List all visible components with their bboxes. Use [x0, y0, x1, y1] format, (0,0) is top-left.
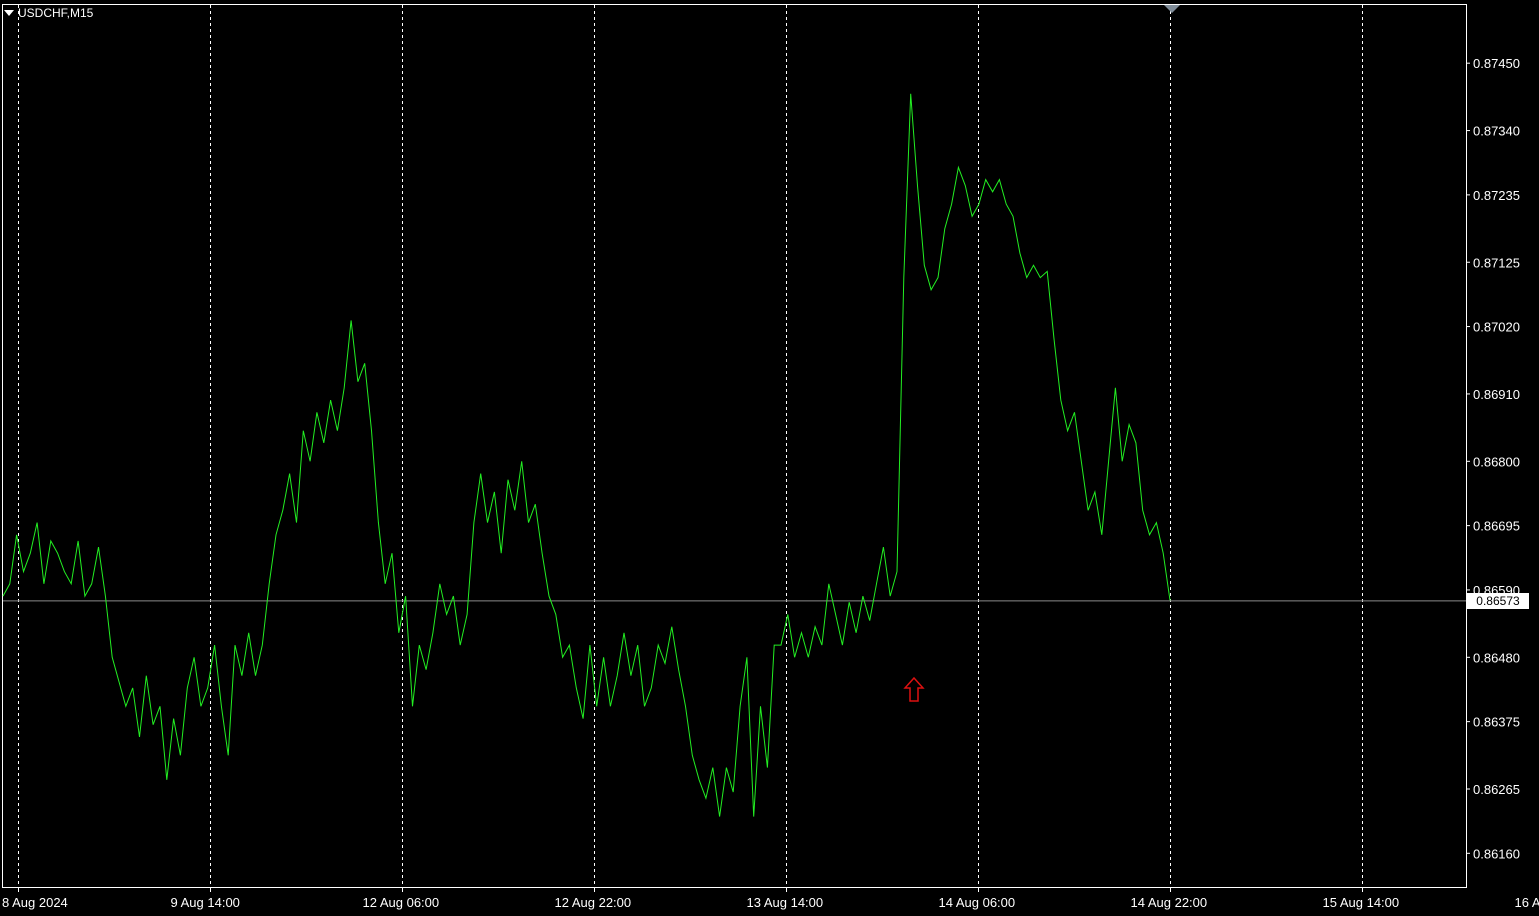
grid-lines — [18, 5, 1363, 887]
x-tick-label: 8 Aug 2024 — [2, 895, 68, 910]
plot-frame — [2, 4, 1467, 888]
y-tick-label: 0.87450 — [1473, 56, 1520, 71]
x-tick-label: 12 Aug 06:00 — [363, 895, 440, 910]
y-tick-label: 0.86910 — [1473, 387, 1520, 402]
y-tick-label: 0.86800 — [1473, 454, 1520, 469]
y-tick-label: 0.86375 — [1473, 715, 1520, 730]
time-axis[interactable]: 8 Aug 2024 9 Aug 14:00 12 Aug 06:00 12 Aug … — [2, 887, 1539, 910]
y-tick-label: 0.86695 — [1473, 519, 1520, 534]
y-tick-label: 0.87340 — [1473, 124, 1520, 139]
x-tick-label: 9 Aug 14:00 — [171, 895, 240, 910]
price-series-line — [2, 93, 1171, 817]
y-tick-label: 0.86480 — [1473, 650, 1520, 665]
y-tick-label: 0.87125 — [1473, 255, 1520, 270]
y-tick-label: 0.86160 — [1473, 846, 1520, 861]
y-tick-label: 0.87020 — [1473, 320, 1520, 335]
x-tick-label: 15 Aug 14:00 — [1323, 895, 1400, 910]
x-tick-label: 13 Aug 14:00 — [747, 895, 824, 910]
y-tick-label: 0.86265 — [1473, 782, 1520, 797]
x-tick-label: 16 Aug 06:00 — [1515, 895, 1539, 910]
up-arrow-icon — [903, 676, 925, 702]
x-tick-label: 14 Aug 06:00 — [939, 895, 1016, 910]
y-tick-label: 0.87235 — [1473, 188, 1520, 203]
price-axis[interactable]: 0.87450 0.87340 0.87235 0.87125 0.87020 0.869… — [1466, 56, 1520, 861]
x-tick-label: 12 Aug 22:00 — [555, 895, 632, 910]
triangle-down-marker-icon[interactable] — [1164, 5, 1180, 13]
current-price-tag: 0.86573 — [1467, 593, 1529, 610]
chart-window[interactable]: USDCHF,M15 0.87450 0.87340 0.87235 0.87125 0… — [0, 0, 1539, 916]
x-tick-label: 14 Aug 22:00 — [1131, 895, 1208, 910]
chart-plot[interactable]: 0.87450 0.87340 0.87235 0.87125 0.87020 0.869… — [0, 0, 1539, 916]
